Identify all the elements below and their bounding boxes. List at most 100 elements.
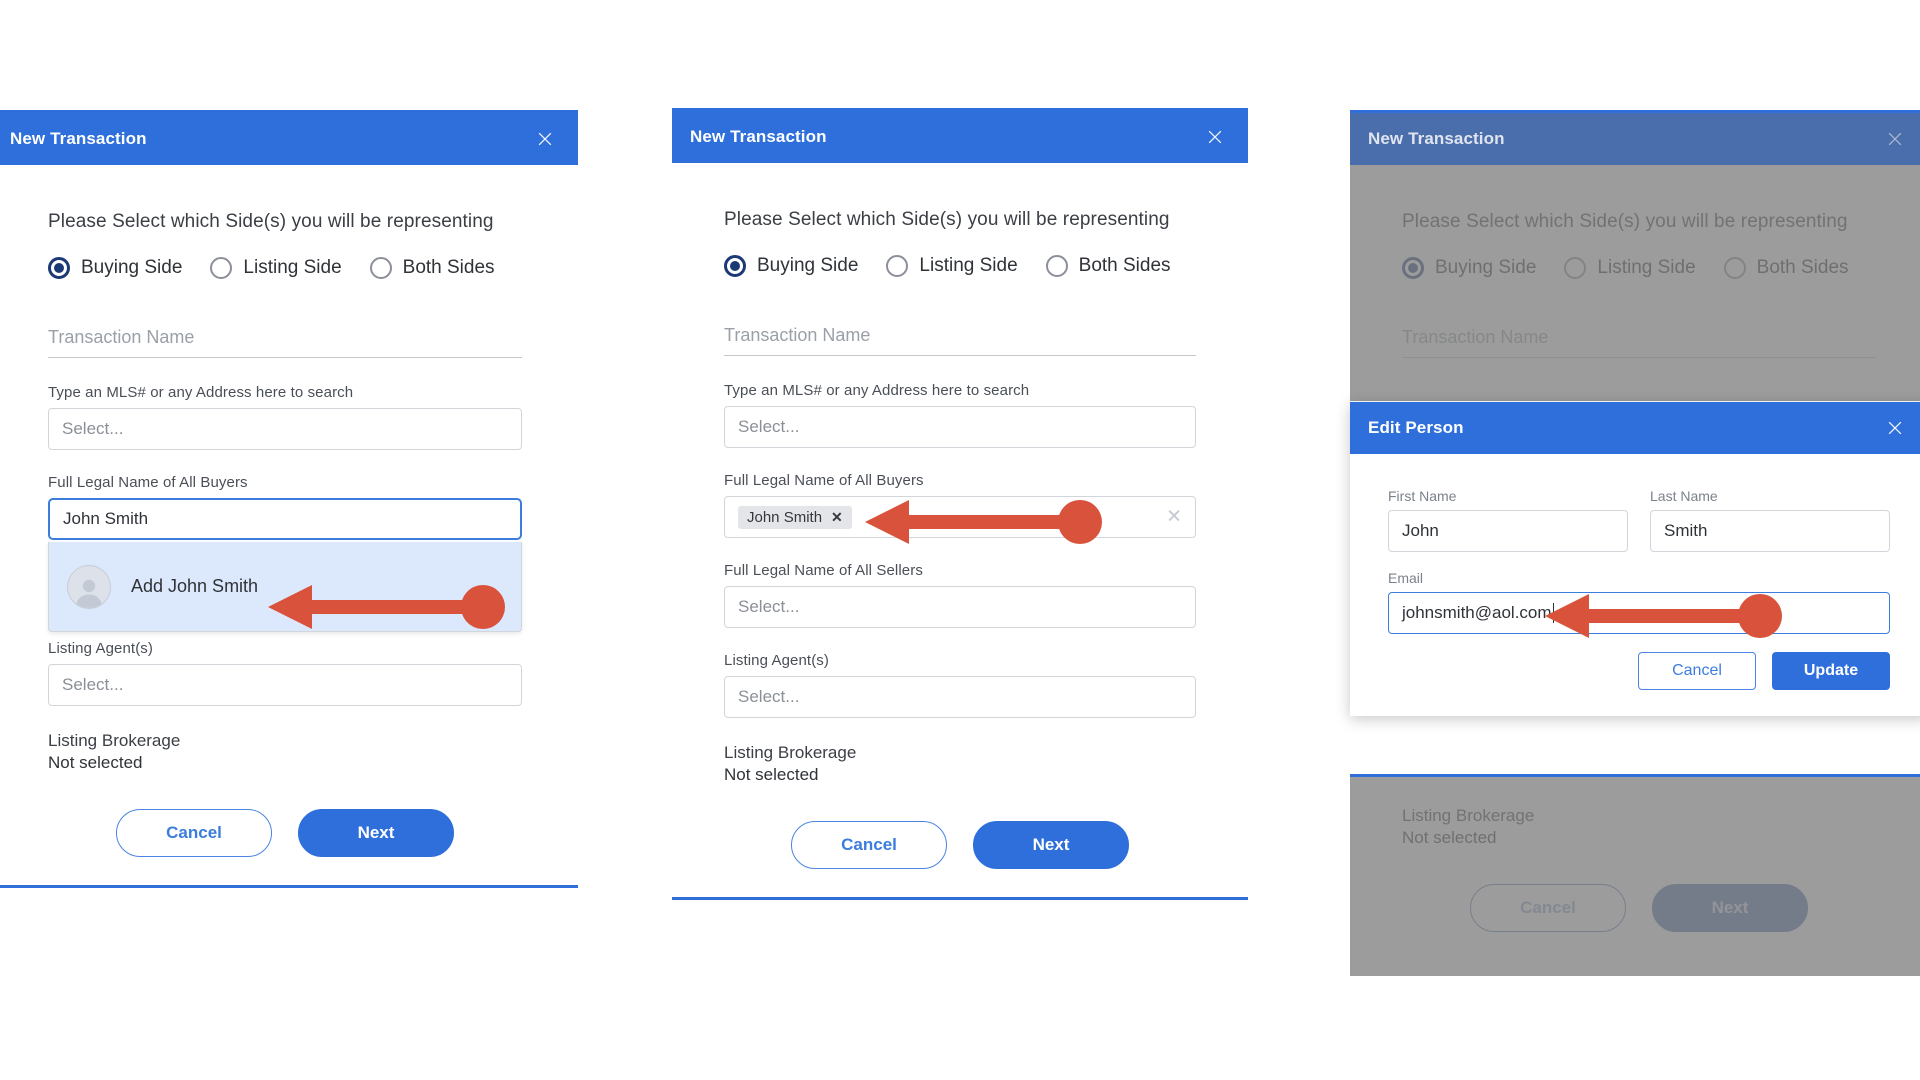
screenshot-stage: New Transaction Please Select which Side… [0, 0, 1920, 1080]
side-radio-group: Buying Side Listing Side Both Sides [1402, 257, 1876, 279]
radio-option-listing-side: Listing Side [1564, 257, 1696, 279]
radio-dot-icon [210, 257, 233, 279]
close-icon [1882, 126, 1908, 152]
radio-label: Both Sides [402, 257, 495, 278]
last-name-field[interactable]: Smith [1650, 510, 1890, 552]
radio-option-buying-side[interactable]: Buying Side [724, 255, 858, 277]
side-radio-group: Buying Side Listing Side Both Sides [724, 255, 1196, 277]
first-name-value: John [1402, 521, 1439, 540]
radio-label: Both Sides [1756, 257, 1849, 278]
dialog-body: Please Select which Side(s) you will be … [1350, 165, 1920, 401]
sellers-label: Full Legal Name of All Sellers [724, 562, 923, 579]
close-icon[interactable] [1202, 124, 1228, 150]
dialog-bottom-rule [0, 884, 578, 888]
add-person-suggestion-row[interactable]: Add John Smith [48, 542, 522, 632]
radio-dot-icon [1723, 257, 1746, 279]
listing-brokerage-label: Listing Brokerage [1402, 806, 1535, 825]
radio-dot-selected-icon [1402, 257, 1424, 279]
last-name-label: Last Name [1650, 488, 1718, 504]
buyer-chip-label: John Smith [747, 508, 823, 526]
text-caret [1552, 603, 1554, 623]
new-transaction-dialog-step3-footer: Listing Brokerage Not selected Cancel Ne… [1350, 774, 1920, 976]
first-name-label: First Name [1388, 488, 1457, 504]
radio-option-buying-side[interactable]: Buying Side [48, 257, 182, 279]
mls-search-label: Type an MLS# or any Address here to sear… [724, 382, 1030, 399]
radio-option-listing-side[interactable]: Listing Side [210, 257, 342, 279]
first-name-field[interactable]: John [1388, 510, 1628, 552]
buyers-input[interactable]: John Smith ✕ ✕ [724, 496, 1196, 538]
dialog-title: New Transaction [690, 127, 827, 146]
radio-dot-selected-icon [724, 255, 746, 277]
mls-search-placeholder: Select... [738, 417, 800, 436]
dialog-bottom-rule [672, 896, 1248, 900]
radio-option-both-sides[interactable]: Both Sides [369, 257, 495, 279]
dialog-titlebar: New Transaction [0, 113, 578, 165]
new-transaction-dialog-step2: New Transaction Please Select which Side… [672, 108, 1248, 900]
new-transaction-dialog-step1: New Transaction Please Select which Side… [0, 110, 578, 888]
listing-agents-label: Listing Agent(s) [724, 652, 829, 669]
close-icon[interactable] [532, 126, 558, 152]
listing-brokerage-label: Listing Brokerage [48, 731, 181, 750]
edit-person-body: First Name John Last Name Smith Email jo… [1350, 454, 1920, 716]
clear-icon[interactable]: ✕ [1166, 508, 1182, 527]
buyers-input[interactable]: John Smith [48, 498, 522, 540]
radio-label: Buying Side [81, 257, 183, 278]
edit-person-name-row: First Name John Last Name Smith [1388, 488, 1890, 570]
next-button[interactable]: Next [973, 820, 1129, 869]
edit-person-dialog: Edit Person First Name John Last Name Sm… [1350, 402, 1920, 716]
radio-option-buying-side: Buying Side [1402, 257, 1536, 279]
sellers-select[interactable]: Select... [724, 586, 1196, 628]
mls-search-placeholder: Select... [62, 419, 124, 438]
last-name-group: Last Name Smith [1650, 488, 1890, 570]
cancel-button: Cancel [1470, 883, 1626, 932]
buyer-chip[interactable]: John Smith ✕ [738, 505, 852, 529]
next-button[interactable]: Next [298, 808, 454, 857]
radio-option-listing-side[interactable]: Listing Side [886, 255, 1018, 277]
buyers-label: Full Legal Name of All Buyers [48, 474, 248, 491]
edit-person-titlebar: Edit Person [1350, 402, 1920, 454]
radio-label: Listing Side [1597, 257, 1696, 278]
listing-brokerage-value: Not selected [724, 765, 819, 785]
listing-brokerage-label: Listing Brokerage [724, 743, 857, 762]
edit-person-update-button[interactable]: Update [1772, 652, 1890, 690]
listing-agents-select[interactable]: Select... [724, 676, 1196, 718]
radio-option-both-sides: Both Sides [1723, 257, 1849, 279]
side-prompt: Please Select which Side(s) you will be … [1402, 211, 1848, 232]
modal-backdrop-veil [1350, 165, 1920, 401]
listing-brokerage-value: Not selected [1402, 828, 1497, 848]
listing-agents-select[interactable]: Select... [48, 664, 522, 706]
listing-brokerage-value: Not selected [48, 753, 143, 773]
radio-dot-icon [1564, 257, 1587, 279]
edit-person-button-row: Cancel Update [1388, 652, 1890, 690]
radio-dot-selected-icon [48, 257, 70, 279]
listing-agents-label: Listing Agent(s) [48, 640, 153, 657]
mls-search-select[interactable]: Select... [48, 408, 522, 450]
radio-label: Buying Side [1435, 257, 1537, 278]
cancel-button[interactable]: Cancel [791, 820, 947, 869]
edit-person-cancel-button[interactable]: Cancel [1638, 652, 1756, 690]
buyers-typed-value: John Smith [63, 509, 149, 528]
radio-option-both-sides[interactable]: Both Sides [1045, 255, 1171, 277]
dialog-button-row: Cancel Next [1402, 883, 1876, 932]
dialog-title: New Transaction [10, 129, 147, 148]
dialog-titlebar: New Transaction [672, 111, 1248, 163]
first-name-group: First Name John [1388, 488, 1628, 570]
email-field[interactable]: johnsmith@aol.com [1388, 592, 1890, 634]
side-prompt: Please Select which Side(s) you will be … [724, 209, 1170, 230]
chip-remove-icon[interactable]: ✕ [831, 509, 843, 526]
dialog-button-row: Cancel Next [48, 808, 522, 857]
mls-search-select[interactable]: Select... [724, 406, 1196, 448]
buyers-label: Full Legal Name of All Buyers [724, 472, 924, 489]
listing-agents-placeholder: Select... [738, 687, 800, 706]
transaction-name-input[interactable] [48, 323, 522, 358]
transaction-name-input[interactable] [724, 321, 1196, 356]
radio-dot-icon [1045, 255, 1068, 277]
dialog-body: Please Select which Side(s) you will be … [672, 163, 1248, 897]
close-icon[interactable] [1882, 415, 1908, 441]
radio-dot-icon [369, 257, 392, 279]
dialog-titlebar: New Transaction [1350, 113, 1920, 165]
radio-label: Buying Side [757, 255, 859, 276]
dialog-button-row: Cancel Next [724, 820, 1196, 869]
cancel-button[interactable]: Cancel [116, 808, 272, 857]
mls-search-label: Type an MLS# or any Address here to sear… [48, 384, 354, 401]
